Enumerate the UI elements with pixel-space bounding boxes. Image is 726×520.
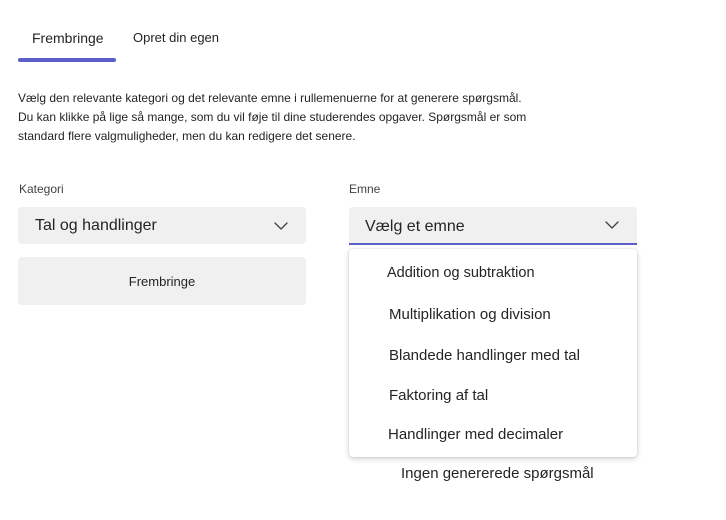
- topic-option-decimals[interactable]: Handlinger med decimaler: [349, 417, 637, 453]
- instructions-line-3: standard flere valgmuligheder, men du ka…: [18, 129, 356, 143]
- chevron-down-icon: [274, 221, 288, 230]
- instructions-line-1: Vælg den relevante kategori og det relev…: [18, 91, 522, 105]
- topic-option-multiplication-division[interactable]: Multiplikation og division: [349, 297, 637, 333]
- topic-option-addition-subtraction[interactable]: Addition og subtraktion: [349, 255, 637, 291]
- chevron-down-icon: [605, 221, 619, 229]
- category-selected-value: Tal og handlinger: [35, 216, 157, 234]
- topic-placeholder: Vælg et emne: [365, 217, 465, 235]
- topic-dropdown-list: Addition og subtraktion Multiplikation o…: [349, 249, 637, 457]
- category-label: Kategori: [19, 182, 64, 196]
- topic-option-mixed-operations[interactable]: Blandede handlinger med tal: [349, 338, 637, 374]
- topic-dropdown[interactable]: Vælg et emne: [349, 207, 637, 245]
- topic-option-factoring[interactable]: Faktoring af tal: [349, 378, 637, 414]
- tab-bar: Frembringe Opret din egen: [18, 22, 233, 62]
- tab-opret-din-egen[interactable]: Opret din egen: [119, 22, 233, 62]
- empty-state-message: Ingen genererede spørgsmål: [401, 465, 594, 482]
- generate-button[interactable]: Frembringe: [18, 257, 306, 305]
- instructions-line-2: Du kan klikke på lige så mange, som du v…: [18, 110, 527, 124]
- question-generator-page: Frembringe Opret din egen Vælg den relev…: [0, 0, 726, 520]
- tab-frembringe[interactable]: Frembringe: [18, 22, 116, 62]
- topic-label: Emne: [349, 182, 381, 196]
- instructions-text: Vælg den relevante kategori og det relev…: [18, 89, 538, 146]
- category-dropdown[interactable]: Tal og handlinger: [18, 207, 306, 244]
